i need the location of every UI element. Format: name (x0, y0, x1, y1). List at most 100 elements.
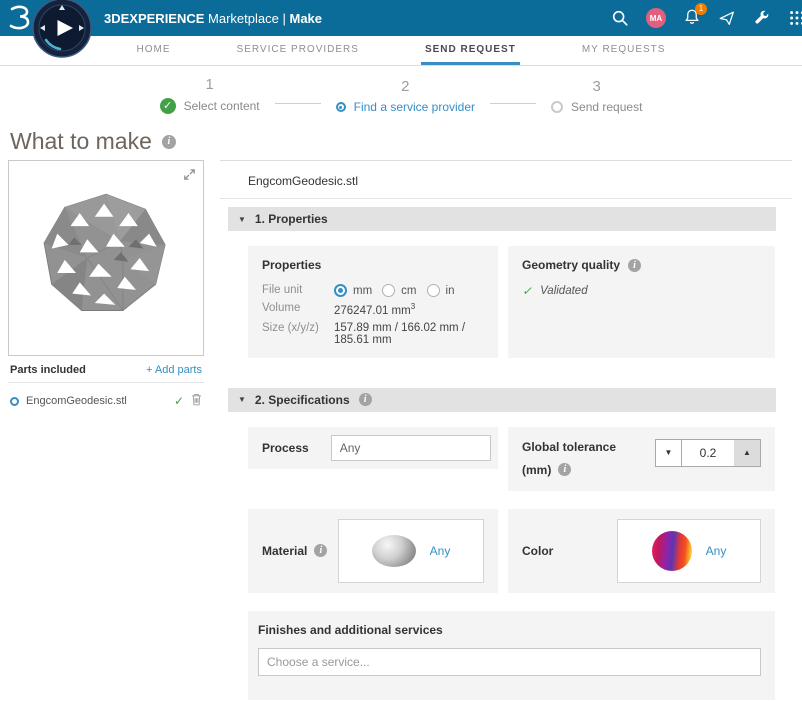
material-label: Material (262, 543, 308, 558)
section-specifications-header[interactable]: ▼ 2. Specifications (228, 387, 776, 412)
compass-logo[interactable] (32, 0, 92, 58)
tab-send-request[interactable]: SEND REQUEST (420, 36, 520, 65)
geometry-status: Validated (540, 285, 588, 297)
service-input[interactable] (258, 647, 761, 676)
section-properties-header[interactable]: ▼ 1. Properties (228, 207, 776, 231)
tolerance-label: Global tolerance (522, 439, 617, 454)
properties-panel: Properties File unit mm cm in Volume 276… (248, 246, 498, 358)
wizard-stepper: 1 ✓ Select content 2 Find a service prov… (0, 76, 802, 114)
tolerance-unit-label: (mm) (522, 462, 552, 477)
topbar-icons: MA 1 (611, 2, 802, 29)
color-selector[interactable]: Any (617, 518, 761, 583)
request-detail-panel: EngcomGeodesic.stl ▼ 1. Properties Prope… (220, 160, 792, 700)
step-select-content[interactable]: 1 ✓ Select content (159, 76, 260, 114)
process-input[interactable] (330, 434, 491, 461)
color-value: Any (705, 543, 727, 558)
notification-badge: 1 (695, 2, 707, 15)
info-icon[interactable] (314, 544, 328, 558)
module-name: Make (289, 10, 323, 26)
finishes-label: Finishes and additional services (258, 622, 443, 637)
step-connector (274, 103, 321, 104)
part-3d-preview[interactable] (31, 183, 181, 336)
geometry-quality-panel: Geometry quality ✓ Validated (508, 246, 775, 358)
section-title: 2. Specifications (254, 392, 350, 407)
main-nav: HOME SERVICE PROVIDERS SEND REQUEST MY R… (0, 36, 802, 66)
part-bullet-icon (10, 396, 19, 406)
section-title: 1. Properties (254, 212, 328, 226)
tools-icon[interactable] (753, 9, 771, 27)
step-send-request[interactable]: 3 Send request (551, 78, 642, 114)
expand-icon[interactable] (182, 167, 197, 185)
app-name: Marketplace (208, 10, 279, 26)
title-separator: | (282, 10, 286, 26)
brand-name: 3DEXPERIENCE (104, 10, 205, 26)
page-title-row: What to make (10, 128, 802, 155)
part-valid-icon: ✓ (173, 394, 184, 408)
info-icon[interactable] (161, 134, 176, 149)
info-icon[interactable] (558, 463, 572, 477)
size-value: 157.89 mm / 166.02 mm / 185.61 mm (334, 321, 466, 346)
make-app-page: 3DEXPERIENCE Marketplace | Make MA 1 HOM… (0, 0, 802, 702)
validated-icon: ✓ (522, 284, 533, 298)
tab-my-requests[interactable]: MY REQUESTS (578, 36, 670, 65)
size-label: Size (x/y/z) (262, 321, 319, 334)
step-connector (490, 103, 537, 104)
radio-cm[interactable] (382, 284, 396, 297)
properties-row: Properties File unit mm cm in Volume 276… (248, 246, 792, 358)
info-icon[interactable] (628, 258, 642, 272)
unit-in-label: in (445, 284, 455, 297)
color-label: Color (522, 543, 554, 558)
add-parts-link[interactable]: + Add parts (146, 364, 202, 376)
selected-file-name: EngcomGeodesic.stl (220, 161, 792, 199)
process-label: Process (262, 440, 309, 455)
search-icon[interactable] (611, 9, 629, 27)
color-wheel-icon (651, 530, 692, 571)
user-avatar[interactable]: MA (646, 8, 666, 28)
radio-in[interactable] (426, 284, 440, 297)
tab-home[interactable]: HOME (133, 36, 175, 65)
app-grid-icon[interactable] (788, 9, 802, 27)
app-title: 3DEXPERIENCE Marketplace | Make (104, 11, 322, 26)
step-pending-icon (551, 101, 564, 113)
volume-label: Volume (262, 302, 301, 314)
top-bar: 3DEXPERIENCE Marketplace | Make MA 1 (0, 0, 802, 36)
step-active-icon (335, 102, 346, 112)
step-label: Select content (183, 99, 260, 113)
share-icon[interactable] (718, 9, 736, 27)
step-done-icon: ✓ (159, 98, 176, 114)
part-preview-card (8, 160, 204, 356)
finishes-panel: Finishes and additional services (248, 610, 775, 700)
color-panel: Color Any (508, 508, 775, 593)
unit-mm-label: mm (353, 284, 373, 297)
volume-value: 276247.01 mm3 (334, 302, 416, 317)
global-tolerance-panel: Global tolerance (mm) ▼ 0.2 ▲ (508, 426, 775, 491)
decrement-button[interactable]: ▼ (655, 438, 682, 467)
properties-panel-title: Properties (262, 258, 322, 272)
increment-button[interactable]: ▲ (734, 438, 761, 467)
tolerance-value[interactable]: 0.2 (682, 438, 734, 467)
unit-cm-label: cm (401, 284, 417, 297)
file-unit-radios: mm cm in (334, 284, 484, 297)
step-find-provider[interactable]: 2 Find a service provider (335, 78, 475, 114)
step-number: 3 (592, 78, 601, 95)
part-list-item[interactable]: EngcomGeodesic.stl ✓ (8, 393, 204, 409)
page-title: What to make (10, 128, 152, 154)
tolerance-stepper: ▼ 0.2 ▲ (655, 438, 761, 467)
parts-header: Parts included + Add parts (8, 364, 204, 383)
material-color-row: Material Any Color Any (248, 508, 792, 593)
file-unit-label: File unit (262, 284, 303, 296)
material-value: Any (429, 543, 451, 558)
step-number: 2 (401, 78, 410, 95)
process-tolerance-row: Process Global tolerance (mm) ▼ 0.2 ▲ (248, 426, 792, 491)
delete-part-icon[interactable] (191, 393, 202, 409)
notifications-button[interactable]: 1 (683, 2, 707, 29)
radio-mm[interactable] (334, 284, 347, 297)
parts-sidebar: Parts included + Add parts EngcomGeodesi… (8, 160, 204, 409)
parts-included-label: Parts included (10, 364, 86, 376)
info-icon[interactable] (358, 393, 372, 407)
material-selector[interactable]: Any (338, 518, 484, 583)
material-panel: Material Any (248, 508, 498, 593)
step-number: 1 (205, 76, 214, 93)
tab-service-providers[interactable]: SERVICE PROVIDERS (233, 36, 363, 65)
material-swatch-icon (371, 534, 416, 567)
